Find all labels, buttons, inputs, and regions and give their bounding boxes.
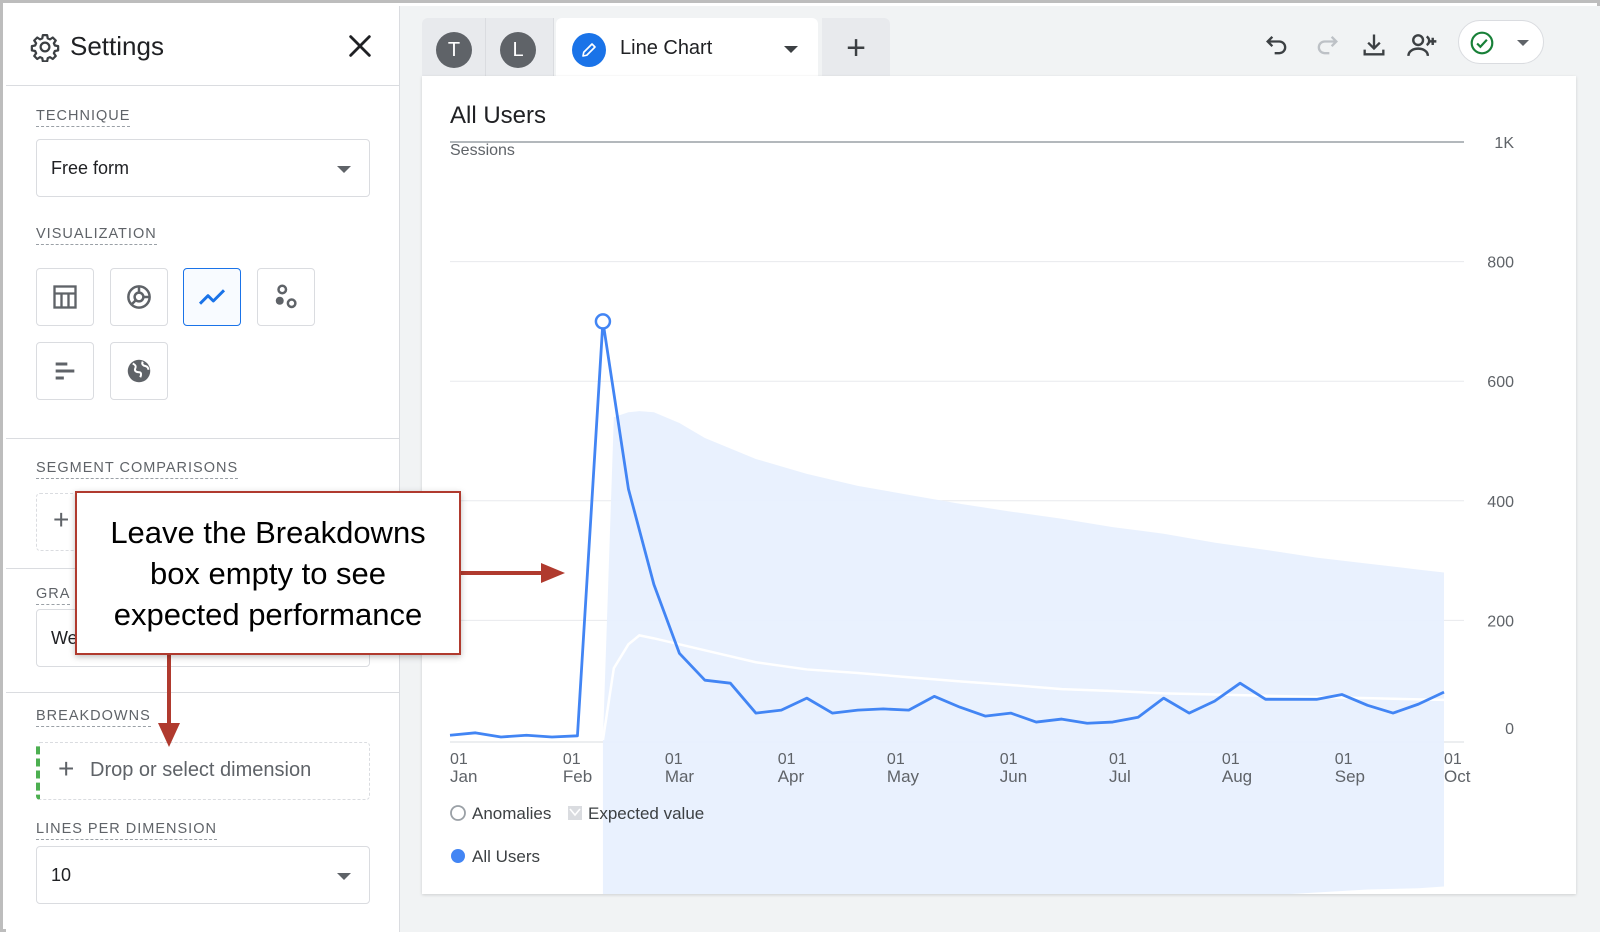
lines-per-dimension-label: LINES PER DIMENSION	[36, 821, 217, 840]
x-tick-label-month: Mar	[665, 767, 695, 786]
x-tick-label-day: 01	[665, 751, 683, 768]
share-button[interactable]	[1406, 28, 1440, 62]
divider	[6, 438, 399, 439]
expected-range-band	[602, 411, 1444, 894]
x-tick-label-day: 01	[1444, 751, 1462, 768]
legend-expected-label: Expected value	[588, 804, 704, 823]
x-tick-label-month: Jul	[1109, 767, 1131, 786]
viz-donut-button[interactable]	[110, 268, 168, 326]
technique-select[interactable]: Free form	[36, 139, 370, 197]
x-tick-label-day: 01	[887, 751, 905, 768]
x-tick-label-month: Jun	[1000, 767, 1027, 786]
x-tick-label-month: Aug	[1222, 767, 1252, 786]
download-button[interactable]	[1357, 28, 1391, 62]
viz-scatter-button[interactable]	[257, 268, 315, 326]
pencil-icon	[572, 33, 606, 67]
legend-expected-marker	[568, 806, 582, 820]
granularity-value: We	[51, 628, 78, 648]
bar-chart-icon	[55, 362, 75, 380]
lines-per-dimension-select[interactable]: 10	[36, 846, 370, 904]
tab-line-chart[interactable]: Line Chart	[556, 18, 818, 80]
y-tick-label: 0	[1505, 721, 1514, 738]
legend-series-label: All Users	[472, 847, 540, 866]
divider	[6, 692, 399, 693]
x-tick-label-month: May	[887, 767, 920, 786]
x-tick-label-month: Oct	[1444, 767, 1471, 786]
segment-comparisons-label: SEGMENT COMPARISONS	[36, 460, 239, 479]
gear-icon	[30, 34, 60, 62]
viz-table-button[interactable]	[36, 268, 94, 326]
x-tick-label-day: 01	[450, 751, 468, 768]
breakdowns-drop-zone[interactable]: + Drop or select dimension	[36, 742, 370, 800]
scatter-plot-icon	[275, 284, 297, 309]
collaborator-avatar-t[interactable]: T	[436, 32, 472, 68]
x-tick-label-month: Jan	[450, 767, 477, 786]
chevron-down-icon	[337, 873, 351, 880]
chevron-down-icon	[337, 166, 351, 173]
viz-bar-button[interactable]	[36, 342, 94, 400]
screenshot-frame: Settings TECHNIQUE Free form VISUALIZATI…	[0, 0, 1600, 932]
y-tick-label: 400	[1487, 494, 1514, 511]
line-chart: 02004006008001K01Jan01Feb01Mar01Apr01May…	[449, 135, 1514, 894]
x-tick-label-day: 01	[778, 751, 796, 768]
geo-map-icon	[127, 359, 151, 383]
granularity-label: GRA	[36, 586, 71, 605]
settings-panel: Settings TECHNIQUE Free form VISUALIZATI…	[6, 6, 400, 932]
callout-text: Leave the Breakdowns box empty to see ex…	[110, 514, 426, 632]
y-tick-label: 200	[1487, 613, 1514, 630]
x-tick-label-day: 01	[1109, 751, 1127, 768]
legend-anomalies-label: Anomalies	[472, 804, 551, 823]
breakdowns-label: BREAKDOWNS	[36, 708, 151, 727]
settings-header: Settings	[6, 6, 399, 86]
breakdowns-placeholder: Drop or select dimension	[90, 759, 312, 781]
line-chart-icon	[198, 289, 226, 305]
chart-card: All Users Sessions 0 200 400 600 800 1K 01 Jan 0…	[422, 76, 1576, 894]
tab-bar: T L Line Chart +	[422, 18, 892, 80]
plus-icon: +	[846, 29, 866, 67]
chevron-down-icon	[1517, 40, 1529, 46]
viz-line-button[interactable]	[183, 268, 241, 326]
main-canvas: T L Line Chart + All Users Sessions 0 20…	[400, 6, 1600, 932]
add-tab-button[interactable]: +	[822, 18, 890, 78]
plus-icon: +	[58, 753, 75, 784]
x-tick-label-month: Feb	[563, 767, 592, 786]
y-tick-label: 1K	[1494, 135, 1514, 152]
viz-geo-button[interactable]	[110, 342, 168, 400]
x-tick-label-day: 01	[1335, 751, 1353, 768]
redo-button[interactable]	[1310, 28, 1344, 62]
redo-icon	[1317, 36, 1338, 55]
table-icon	[53, 285, 77, 309]
close-icon[interactable]	[346, 32, 374, 60]
annotation-callout: Leave the Breakdowns box empty to see ex…	[75, 491, 461, 655]
add-segment-plus: +	[53, 504, 70, 535]
check-circle-icon	[1470, 31, 1494, 55]
chevron-down-icon[interactable]	[784, 46, 798, 53]
legend-anomalies-marker	[450, 805, 466, 821]
x-tick-label-day: 01	[1000, 751, 1018, 768]
y-tick-label: 600	[1487, 374, 1514, 391]
download-icon	[1363, 34, 1385, 56]
lines-per-dimension-value: 10	[51, 865, 72, 885]
y-tick-label: 800	[1487, 255, 1514, 272]
tab-label: Line Chart	[620, 37, 713, 59]
donut-chart-icon	[127, 285, 151, 309]
legend-series-marker	[451, 849, 465, 863]
anomaly-marker	[594, 313, 612, 330]
share-user-icon	[1407, 34, 1437, 57]
settings-title: Settings	[70, 31, 164, 61]
x-tick-label-day: 01	[563, 751, 581, 768]
x-tick-label-month: Sep	[1335, 767, 1365, 786]
technique-label: TECHNIQUE	[36, 108, 131, 127]
x-tick-label-month: Apr	[778, 767, 805, 786]
visualization-label: VISUALIZATION	[36, 226, 157, 245]
status-dropdown[interactable]	[1458, 20, 1544, 64]
undo-button[interactable]	[1260, 28, 1294, 62]
collaborator-avatar-l[interactable]: L	[500, 32, 536, 68]
x-tick-label-day: 01	[1222, 751, 1240, 768]
technique-value: Free form	[51, 158, 130, 178]
undo-icon	[1266, 36, 1287, 55]
